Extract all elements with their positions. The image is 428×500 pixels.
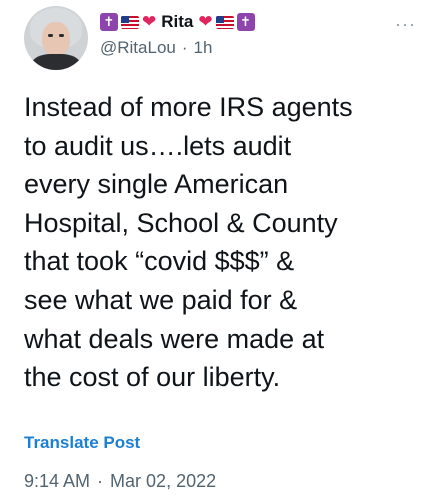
display-name-row[interactable]: ✝ ❤ Rita ❤ ✝	[100, 10, 255, 34]
post-time[interactable]: 9:14 AM	[24, 471, 90, 492]
red-heart-icon: ❤	[198, 12, 213, 31]
avatar[interactable]	[24, 6, 88, 70]
relative-time[interactable]: 1h	[194, 38, 213, 58]
display-name: Rita	[161, 12, 194, 31]
tweet-text: Instead of more IRS agents to audit us….…	[24, 92, 353, 393]
avatar-face	[42, 22, 70, 56]
us-flag-icon	[215, 15, 234, 29]
translate-post-link[interactable]: Translate Post	[24, 433, 140, 453]
timestamp-row: 9:14 AM · Mar 02, 2022	[24, 471, 216, 492]
avatar-eye	[48, 34, 53, 37]
us-flag-icon	[121, 15, 139, 29]
tweet-header: ✝ ❤ Rita ❤ ✝ @RitaLou · 1h ···	[24, 6, 416, 70]
post-date[interactable]: Mar 02, 2022	[110, 471, 216, 492]
handle-row: @RitaLou · 1h	[100, 38, 212, 58]
more-options-icon[interactable]: ···	[395, 14, 416, 35]
avatar-eye	[59, 34, 64, 37]
latin-cross-icon: ✝	[100, 13, 118, 31]
user-handle[interactable]: @RitaLou	[100, 38, 176, 58]
latin-cross-icon: ✝	[236, 13, 255, 31]
red-heart-icon: ❤	[142, 12, 157, 31]
handle-separator: ·	[181, 38, 188, 57]
avatar-shirt	[32, 54, 80, 70]
time-separator: ·	[97, 471, 104, 491]
